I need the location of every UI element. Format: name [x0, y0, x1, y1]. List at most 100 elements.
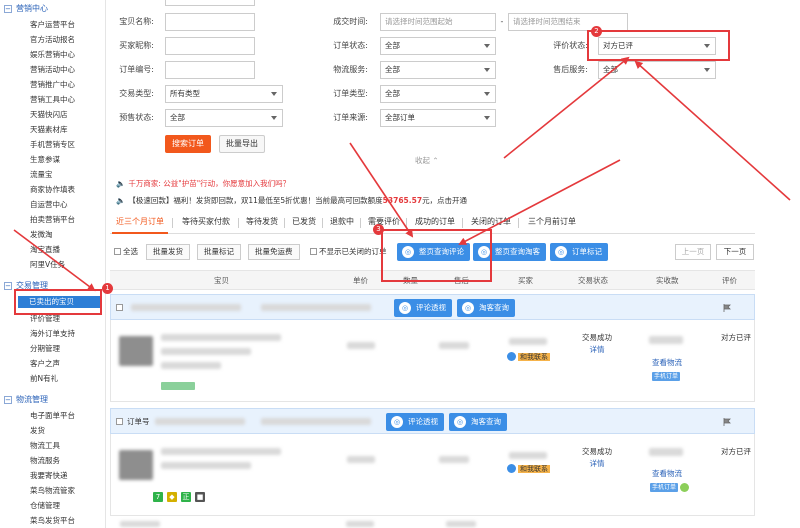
order-checkbox[interactable]: [116, 418, 123, 425]
batch-ship-button[interactable]: 批量发货: [146, 244, 190, 260]
sidebar-item[interactable]: 手机营销专区: [30, 139, 75, 151]
logistics-select[interactable]: 全部: [380, 61, 496, 79]
sidebar-item[interactable]: 生意参谋: [30, 154, 60, 166]
sidebar-item[interactable]: 分期管理: [30, 343, 60, 355]
sidebar-item[interactable]: 我要寄快递: [30, 470, 68, 482]
redacted-product-image: [119, 336, 153, 366]
sidebar-item[interactable]: 营销活动中心: [30, 64, 75, 76]
taoke-query-button[interactable]: ◎ 淘客查询: [449, 413, 507, 431]
collapse-toggle-icon[interactable]: −: [4, 5, 12, 13]
view-logistics-link[interactable]: 查看物流: [642, 468, 692, 479]
prev-page-button[interactable]: 上一页: [675, 244, 711, 260]
sidebar-item[interactable]: 自运营中心: [30, 199, 68, 211]
order-status-select[interactable]: 全部: [380, 37, 496, 55]
speaker-icon: 🔈: [116, 196, 126, 205]
tab-older-than-3-months[interactable]: 三个月前订单: [524, 212, 580, 234]
search-orders-button[interactable]: 搜索订单: [165, 135, 211, 153]
redacted-peek: [120, 521, 160, 527]
chevron-down-icon: [484, 68, 490, 72]
order-no-input[interactable]: [165, 61, 255, 79]
tab-awaiting-shipment[interactable]: 等待发货: [244, 212, 280, 234]
sidebar-item[interactable]: 阿里V任务: [30, 259, 65, 271]
sidebar-item[interactable]: 物流服务: [30, 455, 60, 467]
notice-charity[interactable]: 🔈 千万商家: 公益"护苗"行动，你愿意加入我们吗？: [116, 178, 290, 189]
next-page-button[interactable]: 下一页: [716, 244, 754, 260]
order-checkbox[interactable]: [116, 304, 123, 311]
trade-type-select[interactable]: 所有类型: [165, 85, 283, 103]
order-highlight-button[interactable]: ◎ 订单标记: [550, 243, 608, 261]
order-type-value: 全部: [385, 89, 400, 98]
sidebar-item[interactable]: 商家协作填表: [30, 184, 75, 196]
redacted-received-amount: [649, 448, 683, 456]
flag-icon[interactable]: [723, 418, 731, 426]
tab-shipped[interactable]: 已发货: [290, 212, 318, 234]
sidebar-item[interactable]: 客户之声: [30, 358, 60, 370]
deal-time-start-input[interactable]: 请选择时间范围起始: [380, 13, 496, 31]
sidebar-item[interactable]: 流量宝: [30, 169, 53, 181]
sidebar-item[interactable]: 娱乐营销中心: [30, 49, 75, 61]
sidebar-item[interactable]: 官方活动报名: [30, 34, 75, 46]
chevron-down-icon: [271, 116, 277, 120]
order-detail-link[interactable]: 详情: [572, 458, 622, 469]
order-source-select[interactable]: 全部订单: [380, 109, 496, 127]
sidebar-item[interactable]: 前N有礼: [30, 373, 58, 385]
sidebar-item[interactable]: 淘宝直播: [30, 244, 60, 256]
sidebar-item[interactable]: 天猫素材库: [30, 124, 68, 136]
sidebar-item[interactable]: 天猫快闪店: [30, 109, 68, 121]
sidebar-item[interactable]: 营销推广中心: [30, 79, 75, 91]
buyer-nick-input[interactable]: [165, 37, 255, 55]
view-logistics-link[interactable]: 查看物流: [642, 357, 692, 368]
redacted-buyer-nick: [509, 338, 547, 345]
sidebar-item[interactable]: 拍卖营销平台: [30, 214, 75, 226]
wangwang-icon: [507, 464, 516, 473]
top-cut-field[interactable]: [165, 0, 255, 6]
contact-buyer-button[interactable]: 和我联系: [507, 464, 550, 474]
collapse-filters-link[interactable]: 收起 ⌃: [415, 155, 439, 166]
batch-mark-button[interactable]: 批量标记: [197, 244, 241, 260]
sidebar-item[interactable]: 客户运营平台: [30, 19, 75, 31]
taoke-query-button[interactable]: ◎ 淘客查询: [457, 299, 515, 317]
order-status-value: 全部: [385, 41, 400, 50]
sidebar-section-marketing[interactable]: − 营销中心: [4, 3, 48, 15]
collapse-toggle-icon[interactable]: −: [4, 282, 12, 290]
sidebar-section-title: 营销中心: [16, 4, 48, 13]
presale-select[interactable]: 全部: [165, 109, 283, 127]
redacted-peek: [346, 521, 374, 527]
select-all-checkbox[interactable]: 全选: [114, 246, 138, 258]
sidebar-section-logistics[interactable]: − 物流管理: [4, 394, 48, 406]
sidebar-item[interactable]: 物流工具: [30, 440, 60, 452]
redacted-buyer-nick: [509, 452, 547, 459]
sidebar-item[interactable]: 菜鸟物流管家: [30, 485, 75, 497]
sidebar-item[interactable]: 菜鸟发货平台: [30, 515, 75, 527]
annotation-box-1: [14, 289, 102, 315]
logistics-value: 全部: [385, 65, 400, 74]
tab-refunding[interactable]: 退款中: [328, 212, 356, 234]
batch-export-button[interactable]: 批量导出: [219, 135, 265, 153]
hide-closed-checkbox[interactable]: 不显示已关闭的订单: [310, 246, 387, 258]
sidebar-item[interactable]: 营销工具中心: [30, 94, 75, 106]
sidebar-item[interactable]: 海外订单支持: [30, 328, 75, 340]
sidebar-item[interactable]: 电子面单平台: [30, 410, 75, 422]
aftersale-select[interactable]: 全部: [598, 61, 716, 79]
contact-buyer-button[interactable]: 和我联系: [507, 352, 550, 362]
sidebar-item[interactable]: 发微淘: [30, 229, 53, 241]
item-name-input[interactable]: [165, 13, 255, 31]
deal-time-end-input[interactable]: 请选择时间范围结束: [508, 13, 628, 31]
flag-icon[interactable]: [723, 304, 731, 312]
redacted-product-spec: [161, 362, 221, 369]
tab-awaiting-payment[interactable]: 等待买家付款: [178, 212, 234, 234]
sidebar-item[interactable]: 发货: [30, 425, 45, 437]
batch-free-shipping-button[interactable]: 批量免运费: [248, 244, 300, 260]
tab-recent-3-months[interactable]: 近三个月订单: [112, 212, 168, 234]
shield-icon: ◎: [555, 246, 567, 258]
sidebar-item[interactable]: 仓储管理: [30, 500, 60, 512]
review-insight-button[interactable]: ◎ 评论透视: [394, 299, 452, 317]
trade-status: 交易成功: [582, 333, 612, 342]
tab-separator: [462, 218, 463, 228]
review-insight-button[interactable]: ◎ 评论透视: [386, 413, 444, 431]
collapse-toggle-icon[interactable]: −: [4, 396, 12, 404]
order-type-select[interactable]: 全部: [380, 85, 496, 103]
col-price: 单价: [353, 276, 368, 285]
order-detail-link[interactable]: 详情: [572, 344, 622, 355]
notice-fast-payment[interactable]: 🔈 【极速回款】福利！发货即回款，双11最低至5折优惠！当前最高可回款额度5376…: [116, 195, 467, 206]
